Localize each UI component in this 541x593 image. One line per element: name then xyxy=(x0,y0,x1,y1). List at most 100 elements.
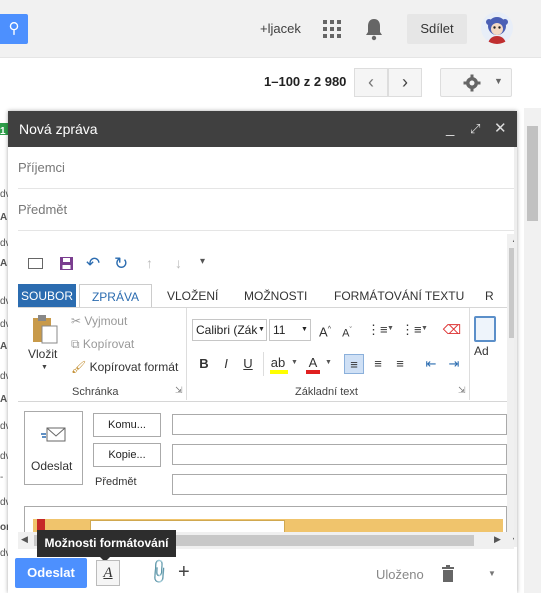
numbering-icon[interactable]: ⋮≡ xyxy=(401,320,422,340)
address-book-icon[interactable] xyxy=(474,316,496,342)
gear-icon xyxy=(463,74,481,92)
compose-header[interactable]: Nová zpráva xyxy=(8,111,517,147)
font-size-value: 11 xyxy=(273,323,286,337)
arrow-up-icon[interactable]: ↑ xyxy=(146,255,153,271)
scroll-right-icon[interactable]: ▶ xyxy=(494,534,501,545)
arrow-down-icon[interactable]: ↓ xyxy=(175,255,182,271)
save-icon[interactable] xyxy=(59,256,74,271)
vertical-scrollbar[interactable]: ▲ ▼ xyxy=(507,234,514,549)
paste-button[interactable]: Vložit ▼ xyxy=(28,314,62,371)
format-painter-button[interactable]: 🖌 Kopírovat formát xyxy=(71,360,178,374)
cc-button[interactable]: Kopie... xyxy=(93,443,161,467)
prev-page-button[interactable]: ‹ xyxy=(354,68,388,97)
redo-icon[interactable]: ↻ xyxy=(114,254,128,274)
tab-zprava[interactable]: ZPRÁVA xyxy=(79,284,152,308)
customize-toolbar-icon[interactable]: ▾ xyxy=(200,256,205,267)
tab-vlozeni[interactable]: VLOŽENÍ xyxy=(167,284,218,308)
align-left-icon[interactable]: ≡ xyxy=(344,354,364,374)
brush-icon: 🖌 xyxy=(71,360,90,374)
expand-icon[interactable]: ⤢ xyxy=(470,111,480,147)
compose-window: Nová zpráva _ ⤢ ✕ Příjemci Předmět ↶ ↻ ↑… xyxy=(8,111,517,593)
chevron-down-icon: ▼ xyxy=(421,325,428,332)
clipboard-icon xyxy=(33,315,58,344)
copy-button[interactable]: ⧉ Kopírovat xyxy=(71,337,134,352)
paste-label: Vložit xyxy=(28,347,58,361)
inner-send-button[interactable]: Odeslat xyxy=(24,411,83,485)
chevron-down-icon: ▼ xyxy=(301,326,308,333)
mail-header-form: Odeslat Komu... Kopie... Předmět xyxy=(18,402,507,542)
increase-indent-icon[interactable]: ⇥ xyxy=(444,354,464,374)
italic-icon[interactable]: I xyxy=(216,354,236,374)
notifications-bell-icon[interactable] xyxy=(364,17,384,41)
next-page-button[interactable]: › xyxy=(388,68,422,97)
formatting-tooltip: Možnosti formátování xyxy=(37,530,176,557)
clipboard-group-label: Schránka xyxy=(72,386,119,398)
font-color-icon[interactable]: A xyxy=(303,353,323,374)
chevron-down-icon: ▼ xyxy=(258,326,265,333)
trash-icon[interactable] xyxy=(441,565,455,582)
align-right-icon[interactable]: ≡ xyxy=(390,354,410,374)
format-painter-label: Kopírovat formát xyxy=(89,360,179,374)
formatting-options-button[interactable]: A xyxy=(96,560,120,586)
recipients-field[interactable]: Příjemci xyxy=(18,147,517,189)
shrink-font-icon[interactable]: Aˇ xyxy=(337,321,357,341)
more-options-plus-icon[interactable]: + xyxy=(178,561,190,584)
chevron-down-icon: ▼ xyxy=(494,76,503,86)
chevron-right-icon: › xyxy=(402,72,408,92)
font-size-select[interactable]: 11 ▼ xyxy=(269,319,311,341)
dialog-launcher-icon[interactable]: ⇲ xyxy=(458,385,466,396)
plus-user-link[interactable]: +ljacek xyxy=(260,21,301,36)
scroll-left-icon[interactable]: ◀ xyxy=(21,534,28,545)
minimize-icon[interactable]: _ xyxy=(446,111,454,147)
decrease-indent-icon[interactable]: ⇤ xyxy=(421,354,441,374)
avatar-image-icon xyxy=(486,17,508,44)
chevron-down-icon: ▼ xyxy=(325,359,332,366)
avatar[interactable] xyxy=(481,12,513,44)
inner-subject-field[interactable] xyxy=(172,474,507,495)
font-name-select[interactable]: Calibri (Zák ▼ xyxy=(192,319,267,341)
chevron-down-icon: ▼ xyxy=(291,359,298,366)
search-button[interactable]: ⚲ xyxy=(0,14,28,44)
basic-text-group-label: Základní text xyxy=(295,386,358,398)
underline-icon[interactable]: U xyxy=(238,354,258,374)
more-send-options-chevron-icon[interactable]: ▼ xyxy=(488,569,496,578)
undo-icon[interactable]: ↶ xyxy=(86,254,100,274)
highlight-icon[interactable]: ab xyxy=(268,353,288,374)
send-button[interactable]: Odeslat xyxy=(15,558,87,588)
align-center-icon[interactable]: ≡ xyxy=(368,354,388,374)
copy-icon: ⧉ xyxy=(71,337,83,351)
bullets-icon[interactable]: ⋮≡ xyxy=(367,320,388,340)
settings-button[interactable]: ▼ xyxy=(440,68,512,97)
bold-icon[interactable]: B xyxy=(194,354,214,374)
pagination-text: 1–100 z 2 980 xyxy=(264,74,347,89)
cut-button[interactable]: ✂ Vyjmout xyxy=(71,314,127,328)
tab-formatovani-textu[interactable]: FORMÁTOVÁNÍ TEXTU xyxy=(334,284,464,308)
apps-grid-icon[interactable] xyxy=(323,20,341,38)
to-field[interactable] xyxy=(172,414,507,435)
close-icon[interactable]: ✕ xyxy=(494,111,507,147)
saved-status: Uloženo xyxy=(376,567,424,582)
share-button[interactable]: Sdílet xyxy=(407,14,467,44)
inner-subject-label: Předmět xyxy=(95,476,137,488)
page-scrollbar[interactable] xyxy=(524,108,541,593)
tab-more[interactable]: R xyxy=(485,284,494,308)
grow-font-icon[interactable]: A^ xyxy=(315,320,335,340)
search-icon: ⚲ xyxy=(8,20,20,37)
address-book-label: Ad xyxy=(474,344,489,358)
copy-label: Kopírovat xyxy=(82,337,135,351)
mail-icon[interactable] xyxy=(28,258,43,269)
to-button[interactable]: Komu... xyxy=(93,413,161,437)
tab-soubor[interactable]: SOUBOR xyxy=(18,284,76,308)
subject-placeholder: Předmět xyxy=(18,202,68,217)
subject-field[interactable]: Předmět xyxy=(18,189,517,231)
cc-field[interactable] xyxy=(172,444,507,465)
font-name-value: Calibri (Zák xyxy=(196,323,258,337)
cut-label: Vyjmout xyxy=(84,314,128,328)
scissors-icon: ✂ xyxy=(71,314,85,328)
clear-formatting-icon[interactable]: ⌫ xyxy=(442,320,462,340)
dialog-launcher-icon[interactable]: ⇲ xyxy=(175,385,183,396)
inner-send-label: Odeslat xyxy=(31,459,73,473)
chevron-down-icon: ▼ xyxy=(41,364,48,371)
tab-moznosti[interactable]: MOŽNOSTI xyxy=(244,284,307,308)
chevron-down-icon: ▼ xyxy=(387,325,394,332)
